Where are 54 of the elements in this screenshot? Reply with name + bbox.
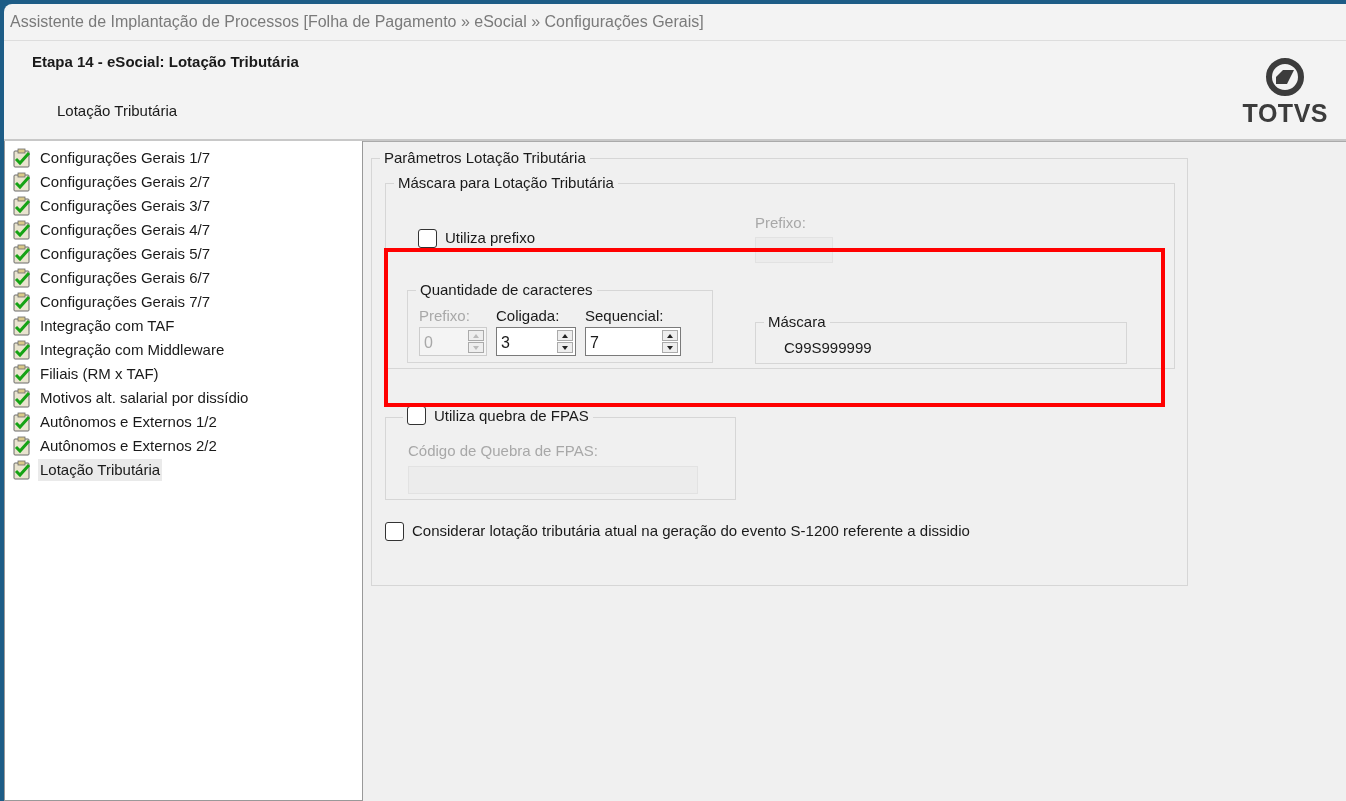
checked-clipboard-icon — [12, 220, 32, 240]
field-label: Coligada: — [496, 305, 561, 326]
checkbox-label: Considerar lotação tributária atual na geração do evento S-1200 referente a dissidio — [412, 521, 970, 541]
step-item[interactable]: Configurações Gerais 7/7 — [38, 290, 213, 314]
step-item[interactable]: Configurações Gerais 6/7 — [38, 266, 213, 290]
spin-down-icon — [561, 344, 569, 351]
step-item[interactable]: Configurações Gerais 5/7 — [38, 242, 213, 266]
field-label: Prefixo: — [755, 213, 807, 233]
step-item[interactable]: Integração com TAF — [38, 314, 177, 338]
checked-clipboard-icon — [12, 268, 32, 288]
checked-clipboard-icon — [12, 244, 32, 264]
spin-down-icon — [666, 344, 674, 351]
step-item[interactable]: Configurações Gerais 2/7 — [38, 170, 213, 194]
checkbox-label: Utiliza quebra de FPAS — [434, 406, 589, 425]
field-label: Prefixo: — [419, 305, 471, 326]
step-item[interactable]: Integração com Middleware — [38, 338, 227, 362]
window-title: Assistente de Implantação de Processos [Folha de Pagamento » eSocial » Configurações Gerais] — [9, 12, 705, 32]
checked-clipboard-icon — [12, 364, 32, 384]
step-item[interactable]: Filiais (RM x TAF) — [38, 362, 161, 386]
spin-up-icon — [561, 332, 569, 339]
group-title: Máscara para Lotação Tributária — [394, 174, 618, 192]
spin-down-icon — [472, 344, 480, 351]
mask-value: C99S999999 — [784, 338, 872, 356]
step-item[interactable]: Lotação Tributária — [38, 458, 163, 482]
checkbox-label: Utiliza prefixo — [445, 228, 536, 248]
checked-clipboard-icon — [12, 172, 32, 192]
checked-clipboard-icon — [12, 412, 32, 432]
checkbox[interactable] — [418, 228, 437, 248]
checked-clipboard-icon — [12, 196, 32, 216]
spin-up-icon — [666, 332, 674, 339]
checked-clipboard-icon — [12, 436, 32, 456]
step-subtitle: Lotação Tributária — [57, 100, 179, 121]
number-spinner[interactable]: 3 — [496, 327, 576, 356]
checked-clipboard-icon — [12, 148, 32, 168]
checked-clipboard-icon — [12, 292, 32, 312]
number-spinner[interactable]: 7 — [585, 327, 681, 356]
step-item[interactable]: Configurações Gerais 1/7 — [38, 146, 213, 170]
field-label: Código de Quebra de FPAS: — [408, 441, 599, 461]
logo-icon — [1265, 57, 1306, 97]
checkbox[interactable] — [385, 521, 404, 541]
checked-clipboard-icon — [12, 460, 32, 480]
step-title: Etapa 14 - eSocial: Lotação Tributária — [32, 52, 299, 72]
step-item[interactable]: Autônomos e Externos 1/2 — [38, 410, 219, 434]
group-title: Parâmetros Lotação Tributária — [380, 149, 590, 167]
checked-clipboard-icon — [12, 388, 32, 408]
step-item[interactable]: Configurações Gerais 3/7 — [38, 194, 213, 218]
logo-text: TOTVS — [1242, 101, 1328, 126]
step-item[interactable]: Autônomos e Externos 2/2 — [38, 434, 219, 458]
checked-clipboard-icon — [12, 340, 32, 360]
spin-up-icon — [472, 332, 480, 339]
step-item[interactable]: Configurações Gerais 4/7 — [38, 218, 213, 242]
field-label: Sequencial: — [585, 305, 665, 326]
checked-clipboard-icon — [12, 316, 32, 336]
step-item[interactable]: Motivos alt. salarial por dissídio — [38, 386, 251, 410]
